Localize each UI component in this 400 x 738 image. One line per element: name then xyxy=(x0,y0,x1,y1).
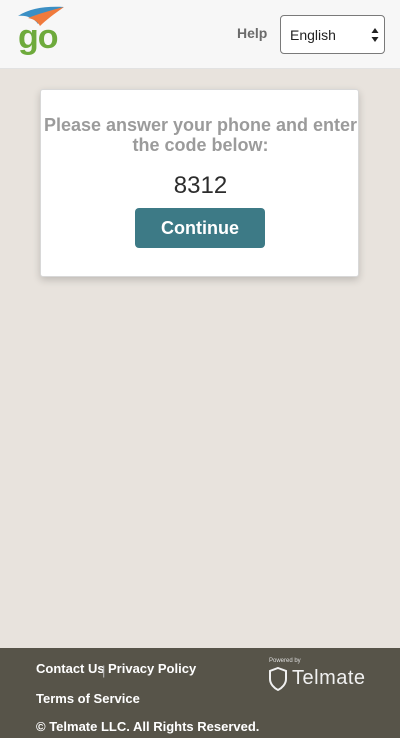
footer: Contact Us | Privacy Policy Terms of Ser… xyxy=(0,648,400,738)
telmate-brand[interactable]: Telmate xyxy=(292,667,366,690)
language-select-value: English xyxy=(290,27,336,43)
header: go Help English xyxy=(0,0,400,69)
continue-button[interactable]: Continue xyxy=(135,208,265,248)
privacy-policy-link[interactable]: Privacy Policy xyxy=(108,661,196,676)
footer-separator: | xyxy=(102,663,106,678)
powered-by-text: Powered by xyxy=(269,658,301,664)
select-arrows-icon xyxy=(371,28,379,42)
copyright-text: © Telmate LLC. All Rights Reserved. xyxy=(36,719,260,734)
terms-of-service-link[interactable]: Terms of Service xyxy=(36,691,140,706)
telmate-shield-icon xyxy=(269,667,287,691)
instruction-text: Please answer your phone and enter the c… xyxy=(43,115,358,155)
language-select[interactable]: English xyxy=(280,15,385,54)
logo-text[interactable]: go xyxy=(18,20,59,54)
verification-code: 8312 xyxy=(173,172,228,199)
help-link[interactable]: Help xyxy=(237,25,267,41)
code-card: Please answer your phone and enter the c… xyxy=(40,89,359,277)
contact-us-link[interactable]: Contact Us xyxy=(36,661,105,676)
